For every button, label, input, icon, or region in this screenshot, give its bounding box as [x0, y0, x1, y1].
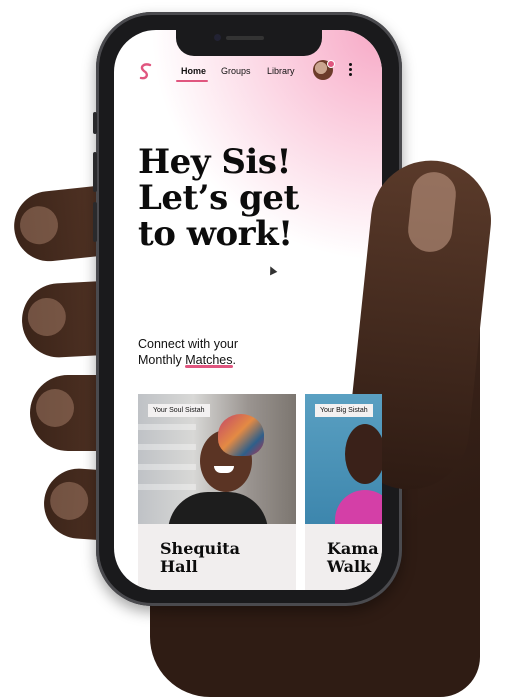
- nav-tab-home[interactable]: Home: [181, 66, 206, 76]
- match-last-name: Walk: [327, 557, 372, 576]
- match-card[interactable]: Your Soul Sistah Shequita Hall: [138, 394, 296, 590]
- intro-period: .: [232, 353, 236, 367]
- hero-line-2: Let’s get: [138, 178, 299, 218]
- matches-intro: Connect with your Monthly Matches.: [138, 336, 238, 368]
- phone-notch: [176, 30, 322, 56]
- intro-line-1: Connect with your: [138, 337, 239, 351]
- match-name: Shequita Hall: [160, 540, 290, 576]
- hero-headline: Hey Sis! Let’s get to work!: [138, 144, 374, 252]
- phone-mute-switch: [93, 112, 97, 134]
- intro-line-2: Monthly Matches.: [138, 352, 238, 368]
- front-camera: [214, 34, 221, 41]
- active-tab-indicator: [176, 80, 208, 82]
- earpiece-speaker: [226, 36, 264, 40]
- intro-text: Monthly: [138, 353, 186, 367]
- match-type-tag: Your Soul Sistah: [148, 404, 210, 417]
- matches-highlight: Matches: [185, 353, 233, 367]
- app-logo-icon[interactable]: [134, 60, 158, 84]
- nav-tab-library[interactable]: Library: [267, 66, 295, 76]
- nav-tab-groups[interactable]: Groups: [221, 66, 251, 76]
- notification-dot: [327, 60, 335, 68]
- match-first-name: Shequita: [160, 539, 241, 558]
- match-type-tag: Your Big Sistah: [315, 404, 373, 417]
- kebab-menu-icon[interactable]: [347, 63, 353, 79]
- match-first-name: Kama: [327, 539, 379, 558]
- hero-line-1: Hey Sis!: [138, 142, 291, 182]
- match-card[interactable]: Your Big Sistah Kama Walk: [305, 394, 382, 590]
- phone-volume-up: [93, 152, 97, 192]
- match-last-name: Hall: [160, 557, 198, 576]
- match-name: Kama Walk: [327, 540, 382, 576]
- phone-volume-down: [93, 202, 97, 242]
- hero-line-3: to work!: [138, 214, 293, 254]
- app-screen: Home Groups Library Hey Sis! Let’s get t…: [114, 30, 382, 590]
